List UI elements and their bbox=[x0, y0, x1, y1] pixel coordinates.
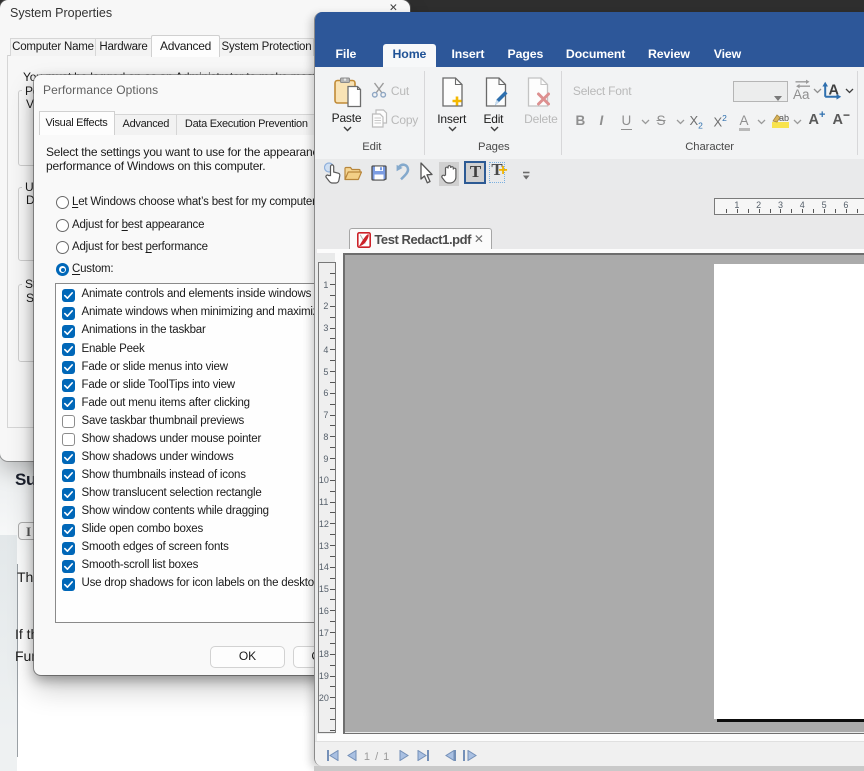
svg-text:ab: ab bbox=[779, 113, 789, 123]
svg-text:Aa: Aa bbox=[793, 87, 810, 101]
